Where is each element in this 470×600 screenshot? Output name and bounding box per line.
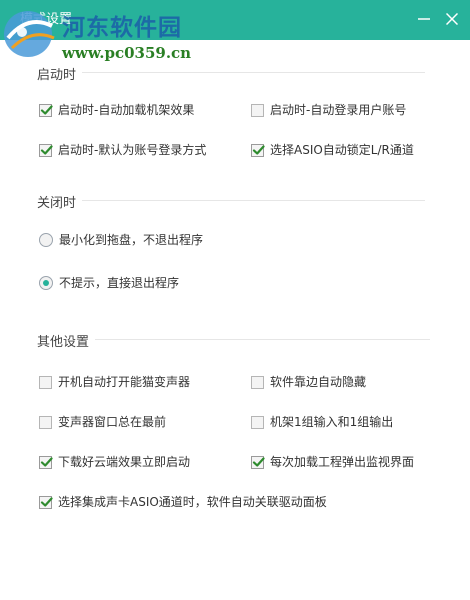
- section-divider: [40, 72, 425, 73]
- check-icon: [40, 104, 53, 115]
- watermark-url: www.pc0359.cn: [62, 44, 192, 62]
- minimize-button[interactable]: [412, 8, 436, 32]
- option-label: 选择集成声卡ASIO通道时，软件自动关联驱动面板: [58, 495, 327, 509]
- option-asio-lock-lr[interactable]: 选择ASIO自动锁定L/R通道: [251, 143, 414, 157]
- checkbox[interactable]: [39, 495, 53, 509]
- option-cloud-effect-autostart[interactable]: 下载好云端效果立即启动: [39, 455, 190, 469]
- section-title-close: 关闭时: [37, 192, 83, 211]
- section-title-startup: 启动时: [37, 64, 83, 83]
- section-divider: [40, 339, 430, 340]
- radio-button[interactable]: [39, 276, 53, 290]
- option-label: 变声器窗口总在最前: [58, 415, 167, 429]
- checkbox[interactable]: [251, 375, 264, 389]
- minimize-icon: [418, 13, 430, 28]
- option-label: 选择ASIO自动锁定L/R通道: [270, 143, 414, 157]
- option-show-monitor-on-load[interactable]: 每次加载工程弹出监视界面: [251, 455, 414, 469]
- option-label: 启动时-自动加载机架效果: [58, 103, 195, 117]
- close-icon: [445, 12, 459, 28]
- section-divider: [40, 200, 425, 201]
- option-label: 最小化到拖盘，不退出程序: [59, 233, 204, 247]
- check-icon: [40, 496, 53, 507]
- check-icon: [40, 456, 53, 467]
- check-icon: [252, 456, 265, 467]
- title-bar: 模式设置: [0, 0, 470, 40]
- window-title: 模式设置: [20, 12, 73, 27]
- option-default-account-login[interactable]: 启动时-默认为账号登录方式: [39, 143, 206, 157]
- checkbox[interactable]: [39, 455, 53, 469]
- close-button[interactable]: [440, 8, 464, 32]
- check-icon: [40, 144, 53, 155]
- option-label: 机架1组输入和1组输出: [270, 415, 394, 429]
- option-minimize-to-tray[interactable]: 最小化到拖盘，不退出程序: [39, 233, 203, 247]
- checkbox[interactable]: [251, 415, 264, 429]
- radio-button[interactable]: [39, 233, 53, 247]
- option-label: 每次加载工程弹出监视界面: [270, 455, 415, 469]
- option-asio-driver-panel[interactable]: 选择集成声卡ASIO通道时，软件自动关联驱动面板: [39, 495, 327, 509]
- option-auto-login[interactable]: 启动时-自动登录用户账号: [251, 103, 406, 117]
- checkbox[interactable]: [251, 103, 264, 117]
- option-always-on-top[interactable]: 变声器窗口总在最前: [39, 415, 166, 429]
- option-label: 启动时-默认为账号登录方式: [58, 143, 207, 157]
- option-auto-hide-edge[interactable]: 软件靠边自动隐藏: [251, 375, 366, 389]
- option-label: 软件靠边自动隐藏: [270, 375, 367, 389]
- option-auto-load-rack[interactable]: 启动时-自动加载机架效果: [39, 103, 194, 117]
- option-label: 启动时-自动登录用户账号: [270, 103, 407, 117]
- checkbox[interactable]: [39, 375, 52, 389]
- option-label: 下载好云端效果立即启动: [58, 455, 191, 469]
- checkbox[interactable]: [251, 455, 265, 469]
- option-label: 不提示，直接退出程序: [59, 276, 180, 290]
- checkbox[interactable]: [251, 143, 265, 157]
- checkbox[interactable]: [39, 103, 53, 117]
- option-rack-io-group[interactable]: 机架1组输入和1组输出: [251, 415, 393, 429]
- check-icon: [252, 144, 265, 155]
- checkbox[interactable]: [39, 143, 53, 157]
- option-open-on-boot[interactable]: 开机自动打开能猫变声器: [39, 375, 190, 389]
- option-label: 开机自动打开能猫变声器: [58, 375, 191, 389]
- section-title-other: 其他设置: [37, 331, 96, 350]
- option-exit-directly[interactable]: 不提示，直接退出程序: [39, 276, 179, 290]
- checkbox[interactable]: [39, 415, 52, 429]
